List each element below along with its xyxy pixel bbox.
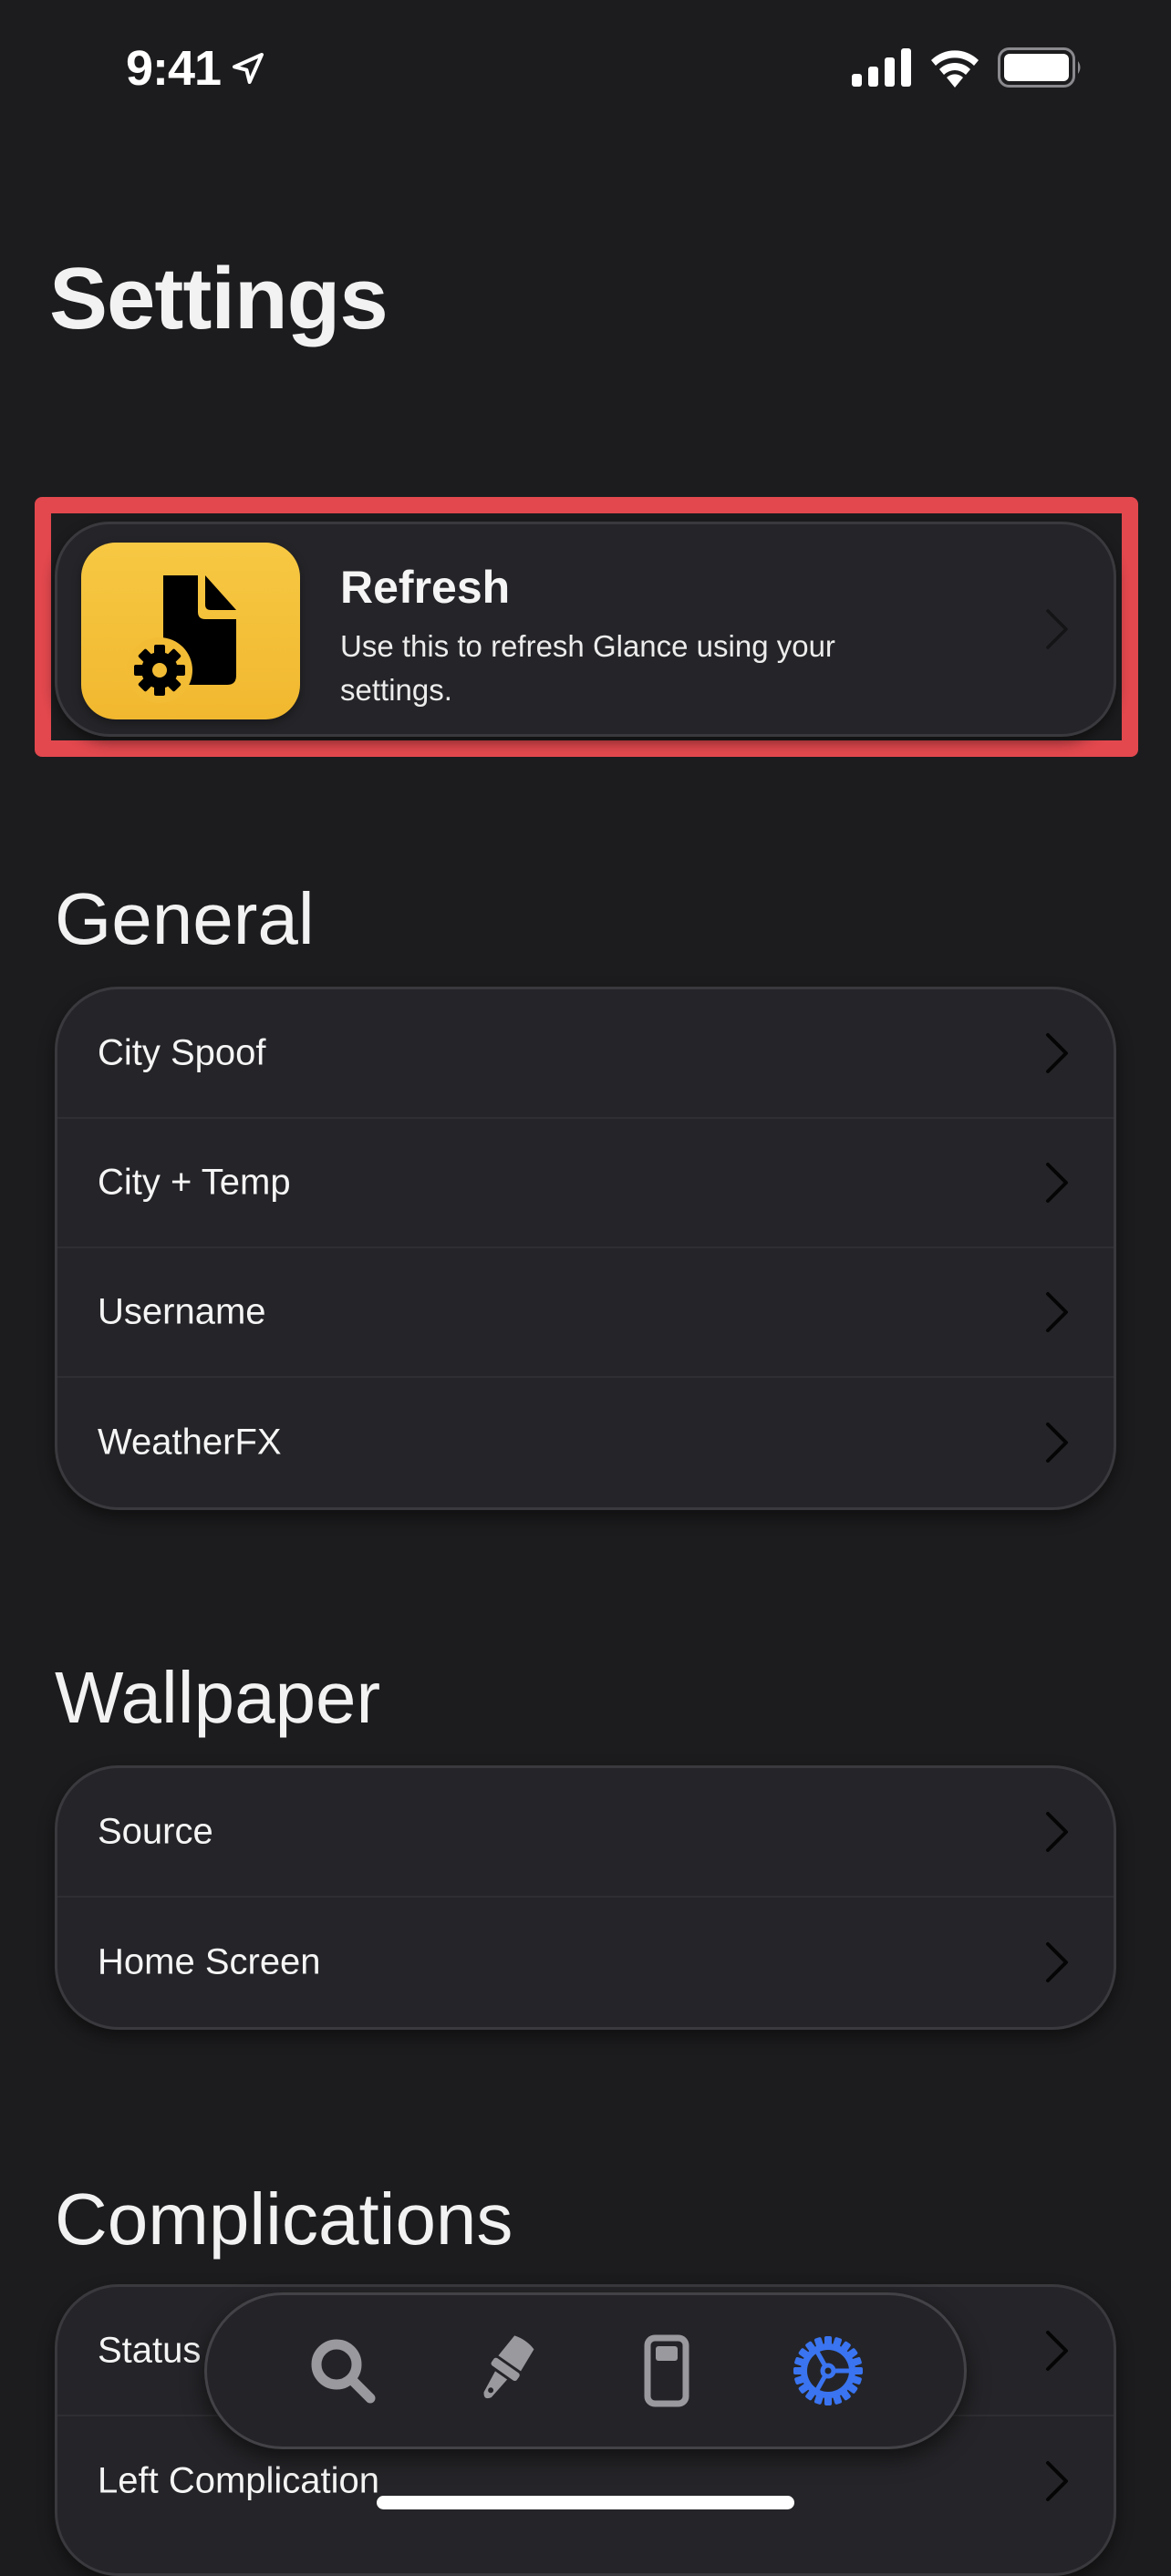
chevron-right-icon xyxy=(1046,1942,1068,1982)
refresh-description: Use this to refresh Glance using your se… xyxy=(340,629,835,707)
section-heading-general: General xyxy=(55,878,315,959)
tab-device[interactable] xyxy=(621,2325,712,2416)
status-indicators xyxy=(852,47,1083,88)
tab-search[interactable] xyxy=(297,2325,389,2416)
section-heading-wallpaper: Wallpaper xyxy=(55,1657,381,1738)
row-label: City + Temp xyxy=(98,1162,291,1203)
refresh-button[interactable]: Refresh Use this to refresh Glance using… xyxy=(55,522,1116,737)
home-indicator[interactable] xyxy=(377,2496,794,2509)
chevron-right-icon xyxy=(1046,1422,1068,1463)
chevron-right-icon xyxy=(1046,2461,1068,2501)
tab-customize[interactable] xyxy=(459,2325,550,2416)
page-title: Settings xyxy=(49,250,389,347)
chevron-right-icon xyxy=(1046,1812,1068,1852)
row-label: Source xyxy=(98,1811,213,1852)
row-label: WeatherFX xyxy=(98,1422,282,1463)
section-heading-complications: Complications xyxy=(55,2178,513,2260)
settings-row-username[interactable]: Username xyxy=(57,1248,1114,1378)
refresh-icon-tile xyxy=(81,543,300,719)
chevron-right-icon xyxy=(1046,1292,1068,1332)
battery-icon xyxy=(998,47,1081,88)
settings-row-home-screen[interactable]: Home Screen xyxy=(57,1898,1114,2027)
chevron-right-icon xyxy=(1046,1033,1068,1073)
row-label: Left Complication xyxy=(98,2460,380,2501)
clock-text: 9:41 xyxy=(126,41,222,96)
wifi-icon xyxy=(931,50,979,88)
phone-device-icon xyxy=(644,2334,689,2407)
paintbrush-icon xyxy=(483,2335,534,2399)
tab-settings[interactable] xyxy=(782,2325,874,2416)
row-label: Status xyxy=(98,2330,202,2371)
location-arrow-icon xyxy=(233,53,264,84)
cellular-signal-icon xyxy=(852,48,911,87)
chevron-right-icon xyxy=(1046,609,1068,649)
settings-row-city-spoof[interactable]: City Spoof xyxy=(57,989,1114,1119)
row-label: City Spoof xyxy=(98,1032,266,1073)
status-bar: 9:41 xyxy=(0,0,1171,137)
row-label: Home Screen xyxy=(98,1941,321,1982)
row-label: Username xyxy=(98,1291,266,1332)
search-icon xyxy=(311,2339,376,2404)
document-gear-icon xyxy=(127,575,236,703)
chevron-right-icon xyxy=(1046,2331,1068,2371)
refresh-title: Refresh xyxy=(340,562,511,613)
wallpaper-group: Source Home Screen xyxy=(55,1765,1116,2030)
tab-bar xyxy=(204,2292,967,2449)
settings-row-source[interactable]: Source xyxy=(57,1768,1114,1898)
settings-row-weatherfx[interactable]: WeatherFX xyxy=(57,1378,1114,1507)
settings-gear-icon xyxy=(793,2336,864,2405)
general-group: City Spoof City + Temp Username WeatherF… xyxy=(55,987,1116,1510)
chevron-right-icon xyxy=(1046,1163,1068,1203)
settings-row-city-temp[interactable]: City + Temp xyxy=(57,1119,1114,1248)
status-time: 9:41 xyxy=(126,40,266,97)
